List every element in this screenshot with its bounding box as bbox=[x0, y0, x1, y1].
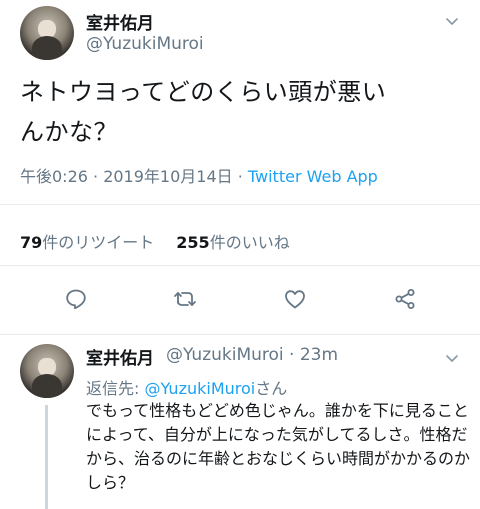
reply-text: でもって性格もどどめ色じゃん。誰かを下に見ることによって、自分が上になった気がし… bbox=[86, 401, 471, 492]
reply-handle-age: @YuzukiMuroi · 23m bbox=[166, 345, 338, 365]
chevron-down-icon[interactable] bbox=[444, 351, 460, 367]
heart-icon bbox=[285, 290, 305, 309]
tweet-text: ネトウヨってどのくらい頭が悪い んかな？ bbox=[20, 72, 460, 152]
tweet-text-line: ネトウヨってどのくらい頭が悪い bbox=[20, 78, 387, 106]
mention-link[interactable]: @YuzukiMuroi bbox=[144, 379, 255, 398]
reply-tweet[interactable]: 室井佑月 @YuzukiMuroi · 23m 返信先: @YuzukiMuro… bbox=[0, 337, 480, 509]
avatar[interactable] bbox=[20, 6, 74, 60]
display-name[interactable]: 室井佑月 bbox=[86, 344, 154, 369]
like-label: 件のいいね bbox=[209, 233, 290, 252]
divider bbox=[0, 334, 480, 335]
reply-button[interactable] bbox=[61, 284, 91, 314]
display-name[interactable]: 室井佑月 bbox=[86, 9, 154, 34]
user-handle[interactable]: @YuzukiMuroi bbox=[166, 345, 284, 365]
user-handle[interactable]: @YuzukiMuroi bbox=[86, 34, 204, 54]
tweet-meta: 午後0:26 · 2019年10月14日 · Twitter Web App bbox=[20, 163, 378, 187]
main-tweet: 室井佑月 @YuzukiMuroi ネトウヨってどのくらい頭が悪い んかな？ 午… bbox=[0, 0, 480, 336]
retweet-count: 79 bbox=[20, 233, 43, 252]
reply-icon bbox=[66, 289, 86, 310]
replying-to: 返信先: @YuzukiMuroiさん bbox=[86, 375, 287, 399]
retweet-stat[interactable]: 79件のリツイート bbox=[20, 233, 154, 252]
share-button[interactable] bbox=[390, 284, 420, 314]
like-stat[interactable]: 255件のいいね bbox=[176, 233, 289, 252]
divider bbox=[0, 265, 480, 266]
retweet-button[interactable] bbox=[170, 284, 200, 314]
tweet-text-line: んかな？ bbox=[20, 118, 118, 146]
like-count: 255 bbox=[176, 233, 210, 252]
engagement-stats: 79件のリツイート 255件のいいね bbox=[20, 229, 290, 253]
thread-line bbox=[45, 405, 48, 509]
retweet-icon bbox=[174, 292, 196, 306]
relative-time[interactable]: · 23m bbox=[284, 345, 338, 365]
like-button[interactable] bbox=[280, 284, 310, 314]
source-app-link[interactable]: Twitter Web App bbox=[248, 167, 378, 186]
share-icon bbox=[395, 289, 415, 309]
divider bbox=[0, 204, 480, 205]
replying-to-suffix: さん bbox=[255, 379, 288, 398]
avatar[interactable] bbox=[20, 344, 74, 398]
retweet-label: 件のリツイート bbox=[42, 233, 155, 252]
replying-to-prefix: 返信先: bbox=[86, 379, 145, 398]
timestamp[interactable]: 午後0:26 · 2019年10月14日 · bbox=[20, 167, 248, 186]
chevron-down-icon[interactable] bbox=[444, 14, 460, 30]
